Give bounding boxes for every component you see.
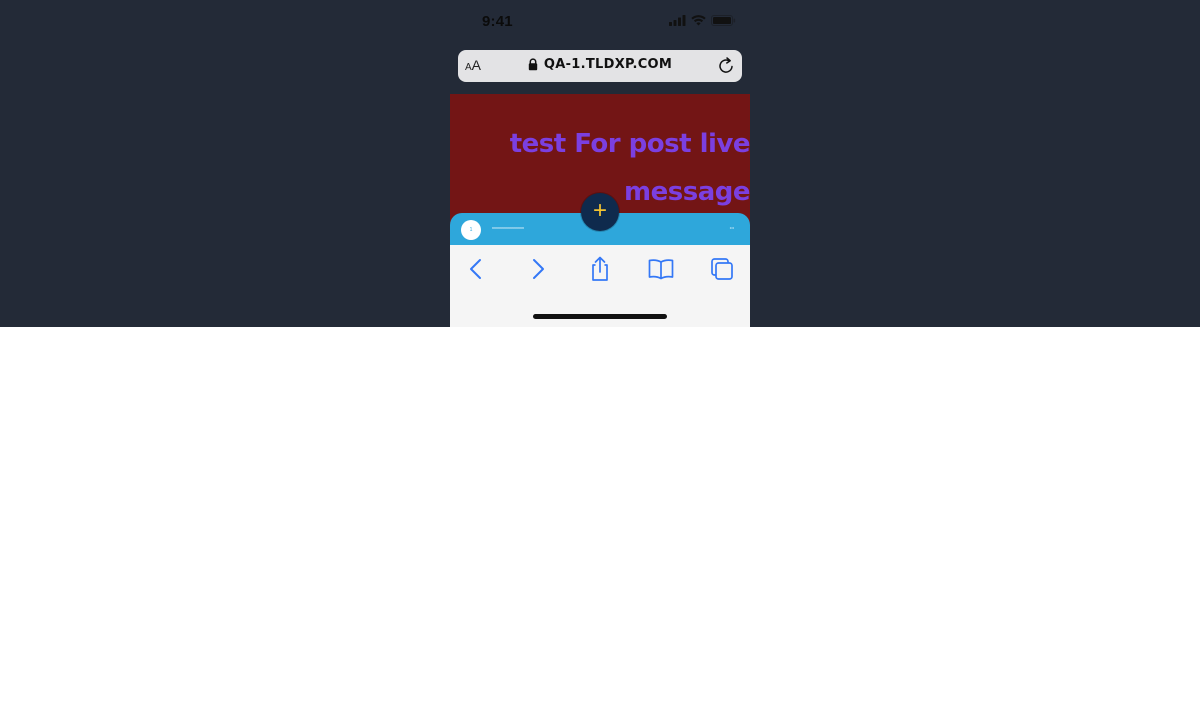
url-text: QA-1.TLDXP.COM	[543, 57, 673, 72]
back-icon[interactable]	[462, 255, 490, 283]
wifi-icon	[691, 15, 706, 26]
status-icons	[669, 15, 736, 26]
status-bar: 9:41	[450, 0, 750, 44]
lock-icon	[528, 58, 538, 71]
mini-bar-menu[interactable]: •••	[730, 225, 734, 230]
tabs-icon[interactable]	[708, 255, 736, 283]
signal-icon	[669, 15, 686, 26]
bookmarks-icon[interactable]	[647, 255, 675, 283]
battery-icon	[711, 15, 736, 26]
reload-icon[interactable]	[716, 56, 736, 76]
forward-icon[interactable]	[524, 255, 552, 283]
mini-bar-title: xxxxxxxxxxxxxxxx	[492, 225, 524, 230]
avatar[interactable]: 1	[461, 220, 481, 240]
add-button[interactable]: +	[581, 193, 619, 231]
home-indicator[interactable]	[533, 314, 667, 319]
status-time: 9:41	[482, 13, 513, 30]
url-field[interactable]: QA-1.TLDXP.COM	[458, 57, 742, 72]
browser-toolbar	[450, 245, 750, 327]
address-bar[interactable]: AA QA-1.TLDXP.COM	[458, 50, 742, 82]
phone-screen: 9:41 AA QA-1.TLDXP.COM test For post liv…	[450, 0, 750, 327]
share-icon[interactable]	[586, 255, 614, 283]
